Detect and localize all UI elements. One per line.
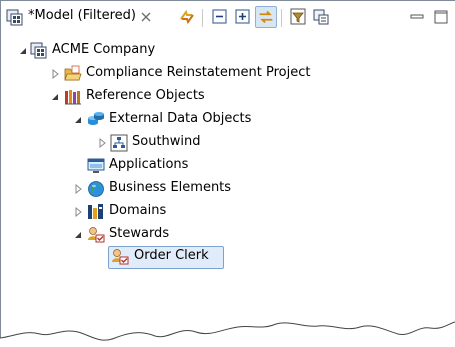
tree-item-applications[interactable]: Applications bbox=[0, 155, 240, 177]
schema-icon bbox=[110, 134, 128, 152]
books-icon bbox=[65, 90, 81, 105]
tree-item-business-elements[interactable]: Business Elements bbox=[0, 178, 280, 200]
tree-item-label: External Data Objects bbox=[109, 111, 252, 126]
tree-item-order-clerk[interactable]: Order Clerk bbox=[108, 246, 224, 269]
maximize-icon[interactable] bbox=[431, 7, 451, 27]
torn-edge bbox=[0, 321, 455, 347]
tree-item-label: Reference Objects bbox=[86, 88, 205, 103]
tree-item-label: Business Elements bbox=[109, 180, 232, 195]
close-icon[interactable] bbox=[139, 10, 153, 24]
tab-model-filtered[interactable]: *Model (Filtered) bbox=[1, 1, 158, 33]
tree-item-label: Applications bbox=[109, 157, 189, 172]
expanded-twisty-icon[interactable] bbox=[73, 115, 83, 125]
toolbar-separator bbox=[202, 9, 203, 27]
tab-title: *Model (Filtered) bbox=[28, 8, 136, 23]
model-icon bbox=[30, 42, 47, 59]
expanded-twisty-icon[interactable] bbox=[73, 230, 83, 240]
collapse-all-icon[interactable] bbox=[210, 7, 230, 27]
view-tab-bar: *Model (Filtered) bbox=[1, 1, 454, 33]
expanded-twisty-icon[interactable] bbox=[18, 46, 28, 56]
expanded-twisty-icon[interactable] bbox=[50, 92, 60, 102]
collapsed-twisty-icon[interactable] bbox=[97, 138, 107, 148]
tree-item-stewards[interactable]: Stewards bbox=[0, 224, 240, 246]
application-icon bbox=[87, 158, 105, 173]
model-icon bbox=[6, 9, 23, 26]
model-tree: ACME Company Compliance Reinstatement Pr… bbox=[0, 34, 454, 334]
tree-item-label: Compliance Reinstatement Project bbox=[86, 65, 311, 80]
tree-item-external-data-objects[interactable]: External Data Objects bbox=[0, 109, 300, 131]
folder-open-icon bbox=[64, 65, 82, 81]
expand-all-icon[interactable] bbox=[233, 7, 253, 27]
tree-item-label: Southwind bbox=[132, 134, 201, 149]
filter-icon[interactable] bbox=[288, 7, 308, 27]
globe-icon bbox=[88, 181, 104, 197]
collapsed-twisty-icon[interactable] bbox=[73, 207, 83, 217]
tree-item-compliance-project[interactable]: Compliance Reinstatement Project bbox=[0, 63, 360, 85]
tree-item-domains[interactable]: Domains bbox=[0, 201, 240, 223]
tree-item-acme-company[interactable]: ACME Company bbox=[0, 40, 300, 62]
domain-icon bbox=[88, 204, 103, 219]
collapsed-twisty-icon[interactable] bbox=[73, 184, 83, 194]
tree-item-label: Domains bbox=[109, 203, 167, 218]
link-with-editor-icon[interactable] bbox=[255, 6, 277, 28]
toolbar-separator bbox=[281, 9, 282, 27]
stewards-icon bbox=[88, 227, 105, 243]
tree-item-label: Order Clerk bbox=[134, 248, 209, 263]
steward-icon bbox=[112, 249, 129, 265]
minimize-icon[interactable] bbox=[407, 7, 427, 27]
database-icon bbox=[88, 112, 104, 125]
tree-item-label: Stewards bbox=[109, 226, 170, 241]
sync-icon[interactable] bbox=[177, 7, 197, 27]
collapsed-twisty-icon[interactable] bbox=[50, 69, 60, 79]
tree-item-reference-objects[interactable]: Reference Objects bbox=[0, 86, 260, 108]
tree-item-label: ACME Company bbox=[52, 42, 156, 57]
view-menu-icon[interactable] bbox=[311, 7, 331, 27]
tree-item-southwind[interactable]: Southwind bbox=[0, 132, 240, 154]
